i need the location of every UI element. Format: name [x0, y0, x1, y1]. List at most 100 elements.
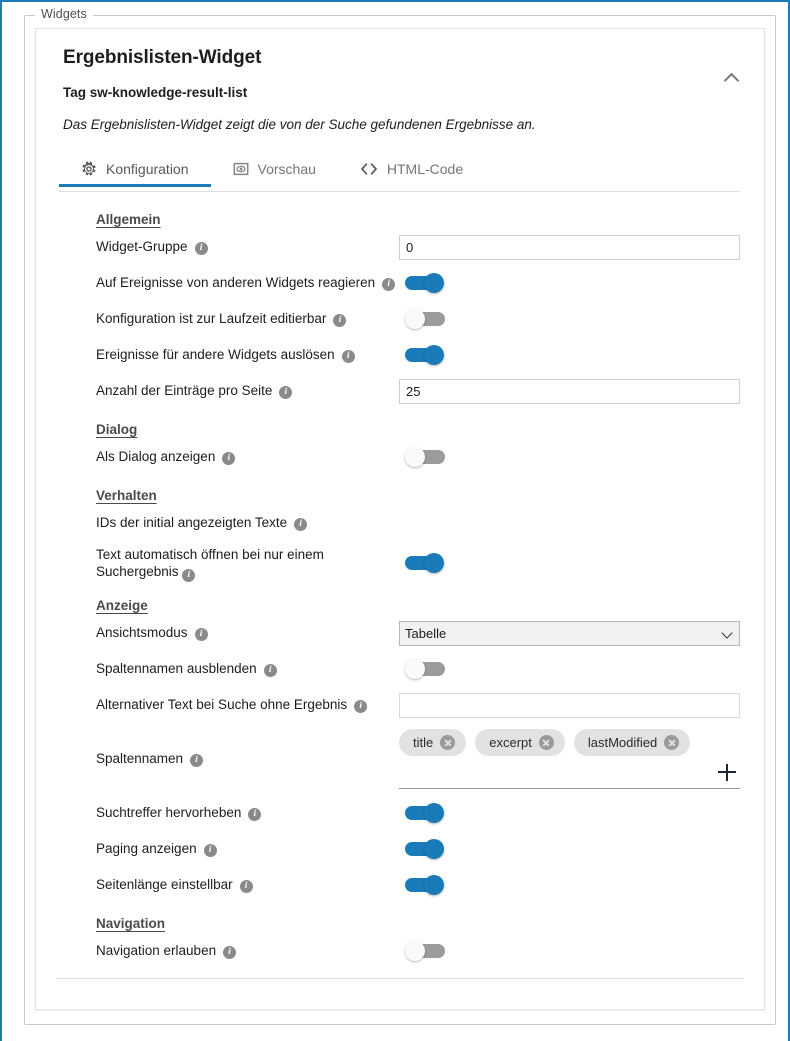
info-icon[interactable]: i	[333, 313, 347, 327]
application-window: Widgets Ergebnislisten-Widget Tag sw-kno…	[0, 0, 790, 1041]
tab-label: Konfiguration	[106, 160, 189, 177]
gear-icon	[81, 161, 97, 177]
label-widget-gruppe: Widget-Gruppe i	[60, 238, 399, 256]
anzahl-eintraege-input[interactable]	[399, 378, 740, 404]
widget-tabs: Konfiguration Vorschau HTML-Code	[59, 154, 740, 192]
toggle-text-auto-oeffnen[interactable]	[405, 553, 446, 573]
configuration-form: Allgemein Widget-Gruppe i Auf Ereignisse…	[36, 192, 764, 969]
label-suchtreffer-hervorheben: Suchtreffer hervorheben i	[60, 804, 405, 822]
chip-title[interactable]: title	[399, 729, 467, 756]
toggle-suchtreffer-hervorheben[interactable]	[405, 803, 446, 823]
field-label: Navigation erlauben	[96, 943, 217, 958]
info-icon[interactable]: i	[194, 241, 208, 255]
chip-label: lastModified	[587, 735, 658, 750]
field-label-line2: Suchergebnis	[96, 563, 179, 579]
field-label: Auf Ereignisse von anderen Widgets reagi…	[96, 275, 376, 290]
info-icon[interactable]: i	[190, 753, 204, 767]
field-label: Ansichtsmodus	[96, 625, 188, 640]
row-alternativer-text: Alternativer Text bei Suche ohne Ergebni…	[60, 687, 740, 723]
info-icon[interactable]: i	[341, 349, 355, 363]
label-anzahl-eintraege: Anzahl der Einträge pro Seite i	[60, 382, 399, 400]
plus-icon[interactable]	[718, 763, 736, 781]
toggle-paging-anzeigen[interactable]	[405, 839, 446, 859]
fieldset-legend: Widgets	[35, 7, 93, 21]
chevron-up-icon[interactable]	[720, 67, 742, 89]
close-circle-icon[interactable]	[440, 735, 456, 750]
toggle-konfiguration-laufzeit[interactable]	[405, 309, 446, 329]
info-icon[interactable]: i	[279, 385, 293, 399]
chip-excerpt[interactable]: excerpt	[475, 729, 565, 756]
row-auf-ereignisse-reagieren: Auf Ereignisse von anderen Widgets reagi…	[60, 265, 740, 301]
label-ansichtsmodus: Ansichtsmodus i	[60, 624, 399, 642]
toggle-spaltennamen-ausblenden[interactable]	[405, 659, 446, 679]
info-icon[interactable]: i	[263, 663, 277, 677]
row-paging-anzeigen: Paging anzeigen i	[60, 831, 740, 867]
label-alternativer-text: Alternativer Text bei Suche ohne Ergebni…	[60, 696, 399, 714]
widget-gruppe-input[interactable]	[399, 234, 740, 260]
chip-label: title	[413, 735, 434, 750]
info-icon[interactable]: i	[382, 277, 396, 291]
info-icon[interactable]: i	[354, 699, 368, 713]
chip-add-row	[399, 756, 740, 783]
widget-card: Ergebnislisten-Widget Tag sw-knowledge-r…	[35, 28, 765, 1010]
widget-description: Das Ergebnislisten-Widget zeigt die von …	[63, 117, 536, 132]
toggle-als-dialog[interactable]	[405, 447, 446, 467]
info-icon[interactable]: i	[223, 945, 237, 959]
toggle-seitenlaenge-einstellbar[interactable]	[405, 875, 446, 895]
field-label: Paging anzeigen	[96, 841, 197, 856]
info-icon[interactable]: i	[222, 451, 236, 465]
info-icon[interactable]: i	[182, 568, 196, 582]
row-ansichtsmodus: Ansichtsmodus i Tabelle	[60, 615, 740, 651]
ansichtsmodus-select[interactable]: Tabelle	[399, 620, 740, 646]
section-navigation: Navigation	[96, 916, 166, 931]
field-label: IDs der initial angezeigten Texte	[96, 515, 288, 530]
eye-icon	[233, 161, 249, 177]
label-seitenlaenge-einstellbar: Seitenlänge einstellbar i	[60, 876, 405, 894]
row-als-dialog: Als Dialog anzeigen i	[60, 439, 740, 475]
row-ids-initial: IDs der initial angezeigten Texte i	[60, 505, 740, 541]
section-verhalten: Verhalten	[96, 488, 157, 503]
info-icon[interactable]: i	[294, 517, 308, 531]
field-label: Alternativer Text bei Suche ohne Ergebni…	[96, 697, 348, 712]
label-paging-anzeigen: Paging anzeigen i	[60, 840, 405, 858]
tab-html-code[interactable]: HTML-Code	[338, 150, 485, 187]
label-spaltennamen: Spaltennamen i	[60, 750, 399, 768]
field-label: Seitenlänge einstellbar	[96, 877, 233, 892]
field-label: Ereignisse für andere Widgets auslösen	[96, 347, 335, 362]
info-icon[interactable]: i	[248, 807, 262, 821]
info-icon[interactable]: i	[203, 843, 217, 857]
widgets-fieldset: Widgets Ergebnislisten-Widget Tag sw-kno…	[24, 7, 776, 1025]
close-circle-icon[interactable]	[664, 735, 680, 750]
card-bottom-divider	[56, 978, 744, 979]
tab-label: Vorschau	[257, 160, 316, 177]
field-label: Spaltennamen	[96, 751, 184, 766]
row-spaltennamen: Spaltennamen i title excerpt lastModifie…	[60, 723, 740, 795]
toggle-ereignisse-ausloesen[interactable]	[405, 345, 446, 365]
tab-vorschau[interactable]: Vorschau	[211, 150, 338, 187]
field-label: Anzahl der Einträge pro Seite	[96, 383, 273, 398]
chip-list: title excerpt lastModified	[399, 729, 740, 756]
chip-lastmodified[interactable]: lastModified	[573, 729, 691, 756]
label-konfiguration-laufzeit: Konfiguration ist zur Laufzeit editierba…	[60, 310, 405, 328]
close-circle-icon[interactable]	[538, 735, 554, 750]
widget-title: Ergebnislisten-Widget	[63, 47, 262, 68]
info-icon[interactable]: i	[194, 627, 208, 641]
tab-konfiguration[interactable]: Konfiguration	[59, 150, 211, 187]
row-konfiguration-laufzeit: Konfiguration ist zur Laufzeit editierba…	[60, 301, 740, 337]
row-ereignisse-ausloesen: Ereignisse für andere Widgets auslösen i	[60, 337, 740, 373]
field-label-line1: Text automatisch öffnen bei nur einem	[96, 546, 324, 562]
field-label: Als Dialog anzeigen	[96, 449, 216, 464]
row-seitenlaenge-einstellbar: Seitenlänge einstellbar i	[60, 867, 740, 903]
spaltennamen-chips-field: title excerpt lastModified	[399, 729, 740, 789]
alternativer-text-input[interactable]	[399, 692, 740, 718]
label-ids-initial: IDs der initial angezeigten Texte i	[60, 514, 405, 532]
section-anzeige: Anzeige	[96, 598, 148, 613]
code-icon	[360, 162, 378, 176]
toggle-navigation-erlauben[interactable]	[405, 941, 446, 961]
info-icon[interactable]: i	[239, 879, 253, 893]
section-allgemein: Allgemein	[96, 212, 161, 227]
label-als-dialog: Als Dialog anzeigen i	[60, 448, 405, 466]
toggle-auf-ereignisse-reagieren[interactable]	[405, 273, 446, 293]
tab-label: HTML-Code	[386, 160, 464, 177]
row-text-auto-oeffnen: Text automatisch öffnen bei nur einem Su…	[60, 541, 740, 585]
